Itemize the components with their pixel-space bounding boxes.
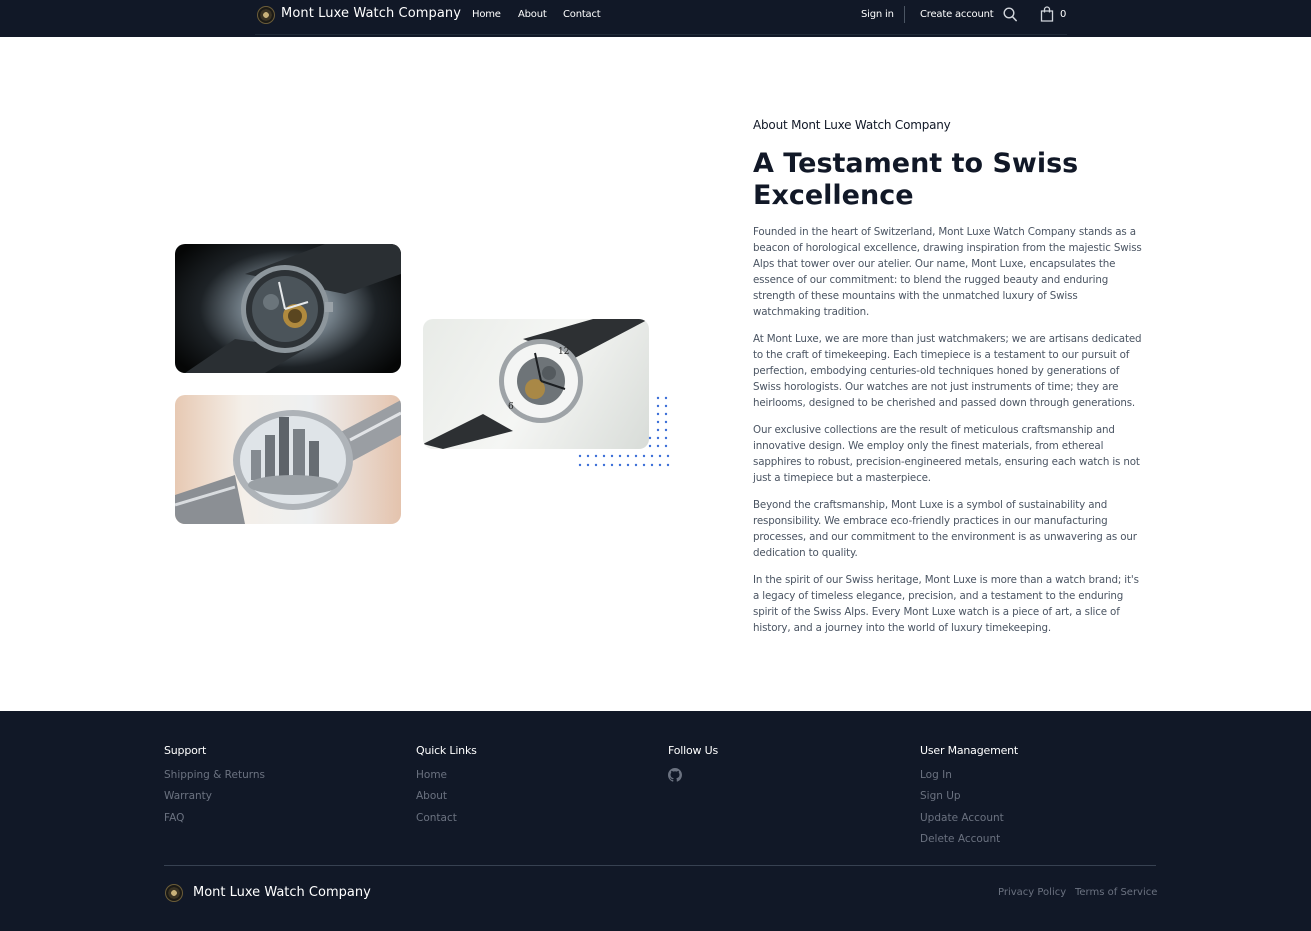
- about-body: Founded in the heart of Switzerland, Mon…: [753, 224, 1145, 647]
- github-icon[interactable]: [668, 768, 682, 782]
- about-eyebrow: About Mont Luxe Watch Company: [753, 118, 951, 132]
- cart-count-badge[interactable]: 0: [1060, 9, 1066, 20]
- nav-contact[interactable]: Contact: [563, 9, 601, 20]
- create-account-link[interactable]: Create account: [920, 9, 994, 20]
- footer-link-home[interactable]: Home: [416, 768, 477, 789]
- watch-illustration: [175, 400, 401, 524]
- page-title: A Testament to Swiss Excellence: [753, 148, 1079, 211]
- footer-link-log-in[interactable]: Log In: [920, 768, 1018, 789]
- search-icon[interactable]: [1003, 7, 1017, 22]
- logo-icon[interactable]: [257, 6, 275, 24]
- footer-link-shipping[interactable]: Shipping & Returns: [164, 768, 265, 789]
- sign-in-link[interactable]: Sign in: [861, 9, 894, 20]
- about-paragraph: In the spirit of our Swiss heritage, Mon…: [753, 574, 1139, 634]
- nav-about[interactable]: About: [518, 9, 547, 20]
- site-footer: Support Shipping & Returns Warranty FAQ …: [0, 711, 1311, 931]
- svg-text:12: 12: [558, 347, 569, 357]
- decorative-dot-pattern: [578, 396, 670, 467]
- shopping-bag-icon[interactable]: [1040, 6, 1054, 22]
- privacy-policy-link[interactable]: Privacy Policy: [998, 887, 1066, 898]
- footer-link-warranty[interactable]: Warranty: [164, 789, 265, 810]
- terms-of-service-link[interactable]: Terms of Service: [1075, 887, 1157, 898]
- footer-link-delete-account[interactable]: Delete Account: [920, 832, 1018, 853]
- about-paragraph: Founded in the heart of Switzerland, Mon…: [753, 226, 1142, 318]
- about-paragraph: Beyond the craftsmanship, Mont Luxe is a…: [753, 499, 1137, 559]
- footer-divider: [164, 865, 1156, 866]
- watch-image-skeleton-dark: [175, 244, 401, 373]
- footer-heading: Support: [164, 744, 207, 757]
- footer-user-management-column: User Management Log In Sign Up Update Ac…: [920, 744, 1018, 853]
- footer-brand-name[interactable]: Mont Luxe Watch Company: [193, 885, 371, 900]
- about-paragraph: At Mont Luxe, we are more than just watc…: [753, 333, 1142, 409]
- footer-quick-links-column: Quick Links Home About Contact: [416, 744, 477, 832]
- site-header: Mont Luxe Watch Company Home About Conta…: [0, 0, 1311, 37]
- footer-link-faq[interactable]: FAQ: [164, 811, 265, 832]
- svg-text:6: 6: [508, 402, 514, 412]
- footer-logo-icon[interactable]: [165, 884, 183, 902]
- footer-link-sign-up[interactable]: Sign Up: [920, 789, 1018, 810]
- footer-heading: Follow Us: [668, 744, 718, 757]
- footer-support-column: Support Shipping & Returns Warranty FAQ: [164, 744, 265, 832]
- footer-link-contact[interactable]: Contact: [416, 811, 477, 832]
- header-inner: Mont Luxe Watch Company Home About Conta…: [255, 0, 1067, 35]
- footer-heading: Quick Links: [416, 744, 477, 757]
- footer-link-about[interactable]: About: [416, 789, 477, 810]
- header-divider: [904, 6, 905, 23]
- about-paragraph: Our exclusive collections are the result…: [753, 424, 1140, 484]
- footer-heading: User Management: [920, 744, 1019, 757]
- watch-illustration: [185, 244, 401, 373]
- brand-name[interactable]: Mont Luxe Watch Company: [281, 6, 461, 21]
- nav-home[interactable]: Home: [472, 9, 501, 20]
- footer-link-update-account[interactable]: Update Account: [920, 811, 1018, 832]
- footer-follow-column: Follow Us: [668, 744, 718, 782]
- watch-image-city-dome: [175, 395, 401, 524]
